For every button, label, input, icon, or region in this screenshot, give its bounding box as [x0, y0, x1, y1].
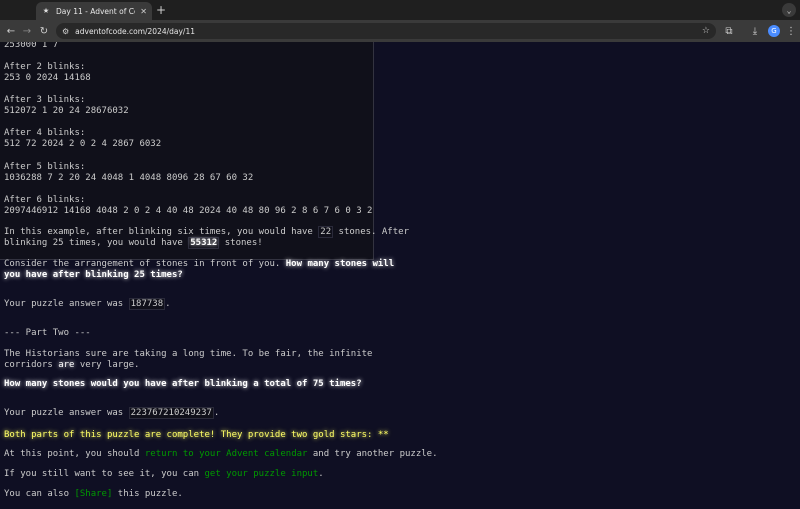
question-text: How many stones would you have after bli…: [4, 379, 362, 389]
advent-calendar-link[interactable]: return to your Advent calendar: [145, 449, 308, 459]
inline-code: 22: [318, 226, 334, 238]
back-arrow-icon[interactable]: ←: [4, 24, 18, 38]
paragraph-line: blinking 25 times, you would have 55312 …: [4, 237, 263, 249]
share-link[interactable]: [Share]: [74, 489, 112, 499]
emphasis-text: are: [58, 360, 75, 370]
site-info-icon[interactable]: ⚙: [62, 27, 69, 36]
paragraph-line: The Historians sure are taking a long ti…: [4, 349, 373, 359]
chevron-down-icon[interactable]: ⌄: [782, 3, 796, 17]
browser-tab[interactable]: ★ Day 11 - Advent of Code 2024 ✕: [36, 2, 152, 20]
reload-icon[interactable]: ↻: [37, 24, 51, 38]
page-content: 253000 1 7 After 2 blinks: 253 0 2024 14…: [0, 42, 800, 509]
paragraph-line: you have after blinking 25 times?: [4, 270, 183, 281]
tab-strip: ★ Day 11 - Advent of Code 2024 ✕ + ⌄: [0, 0, 800, 20]
example-line: 512072 1 20 24 28676032: [4, 106, 129, 116]
answer-line: Your puzzle answer was 187738.: [4, 298, 171, 310]
paragraph-line: Consider the arrangement of stones in fr…: [4, 259, 395, 269]
footer-line: At this point, you should return to your…: [4, 449, 438, 459]
paragraph-line: corridors are very large.: [4, 360, 140, 370]
answer-line: Your puzzle answer was 223767210249237.: [4, 407, 220, 419]
footer-line: You can also [Share] this puzzle.: [4, 489, 183, 499]
question-text: you have after blinking 25 times?: [4, 270, 183, 280]
example-label: After 4 blinks:: [4, 128, 86, 138]
example-line: 253 0 2024 14168: [4, 73, 91, 83]
example-line: 512 72 2024 2 0 2 4 2867 6032: [4, 139, 162, 149]
tab-title: Day 11 - Advent of Code 2024: [56, 6, 135, 16]
example-label: After 2 blinks:: [4, 62, 86, 72]
download-icon[interactable]: ⤓: [748, 24, 762, 38]
url-text[interactable]: adventofcode.com/2024/day/11: [75, 27, 696, 36]
example-label: After 5 blinks:: [4, 162, 86, 172]
puzzle-input-link[interactable]: get your puzzle input: [204, 469, 318, 479]
example-line: 2097446912 14168 4048 2 0 2 4 40 48 2024…: [4, 206, 373, 216]
footer-line: If you still want to see it, you can get…: [4, 469, 324, 479]
forward-arrow-icon[interactable]: →: [20, 24, 34, 38]
completion-message: Both parts of this puzzle are complete! …: [4, 430, 389, 440]
close-icon[interactable]: ✕: [140, 7, 147, 16]
star-favicon-icon: ★: [42, 5, 50, 16]
example-label: After 3 blinks:: [4, 95, 86, 105]
example-line: 253000 1 7: [4, 42, 59, 50]
question-text: How many stones will: [285, 259, 395, 269]
inline-code: 55312: [188, 237, 220, 249]
bookmark-star-icon[interactable]: ☆: [702, 26, 710, 36]
extensions-icon[interactable]: ⧉: [722, 24, 736, 38]
new-tab-button[interactable]: +: [156, 3, 166, 17]
part-two-heading: --- Part Two ---: [4, 328, 91, 338]
avatar[interactable]: G: [768, 25, 780, 37]
answer-value: 187738: [128, 298, 166, 310]
example-label: After 6 blinks:: [4, 195, 86, 205]
example-line: 1036288 7 2 20 24 4048 1 4048 8096 28 67…: [4, 173, 254, 183]
answer-value: 223767210249237: [128, 407, 214, 419]
browser-toolbar: ← → ↻ ⚙ adventofcode.com/2024/day/11 ☆ ⧉…: [0, 20, 800, 42]
menu-icon[interactable]: ⋮: [784, 24, 798, 38]
address-bar[interactable]: ⚙ adventofcode.com/2024/day/11 ☆: [56, 23, 716, 39]
